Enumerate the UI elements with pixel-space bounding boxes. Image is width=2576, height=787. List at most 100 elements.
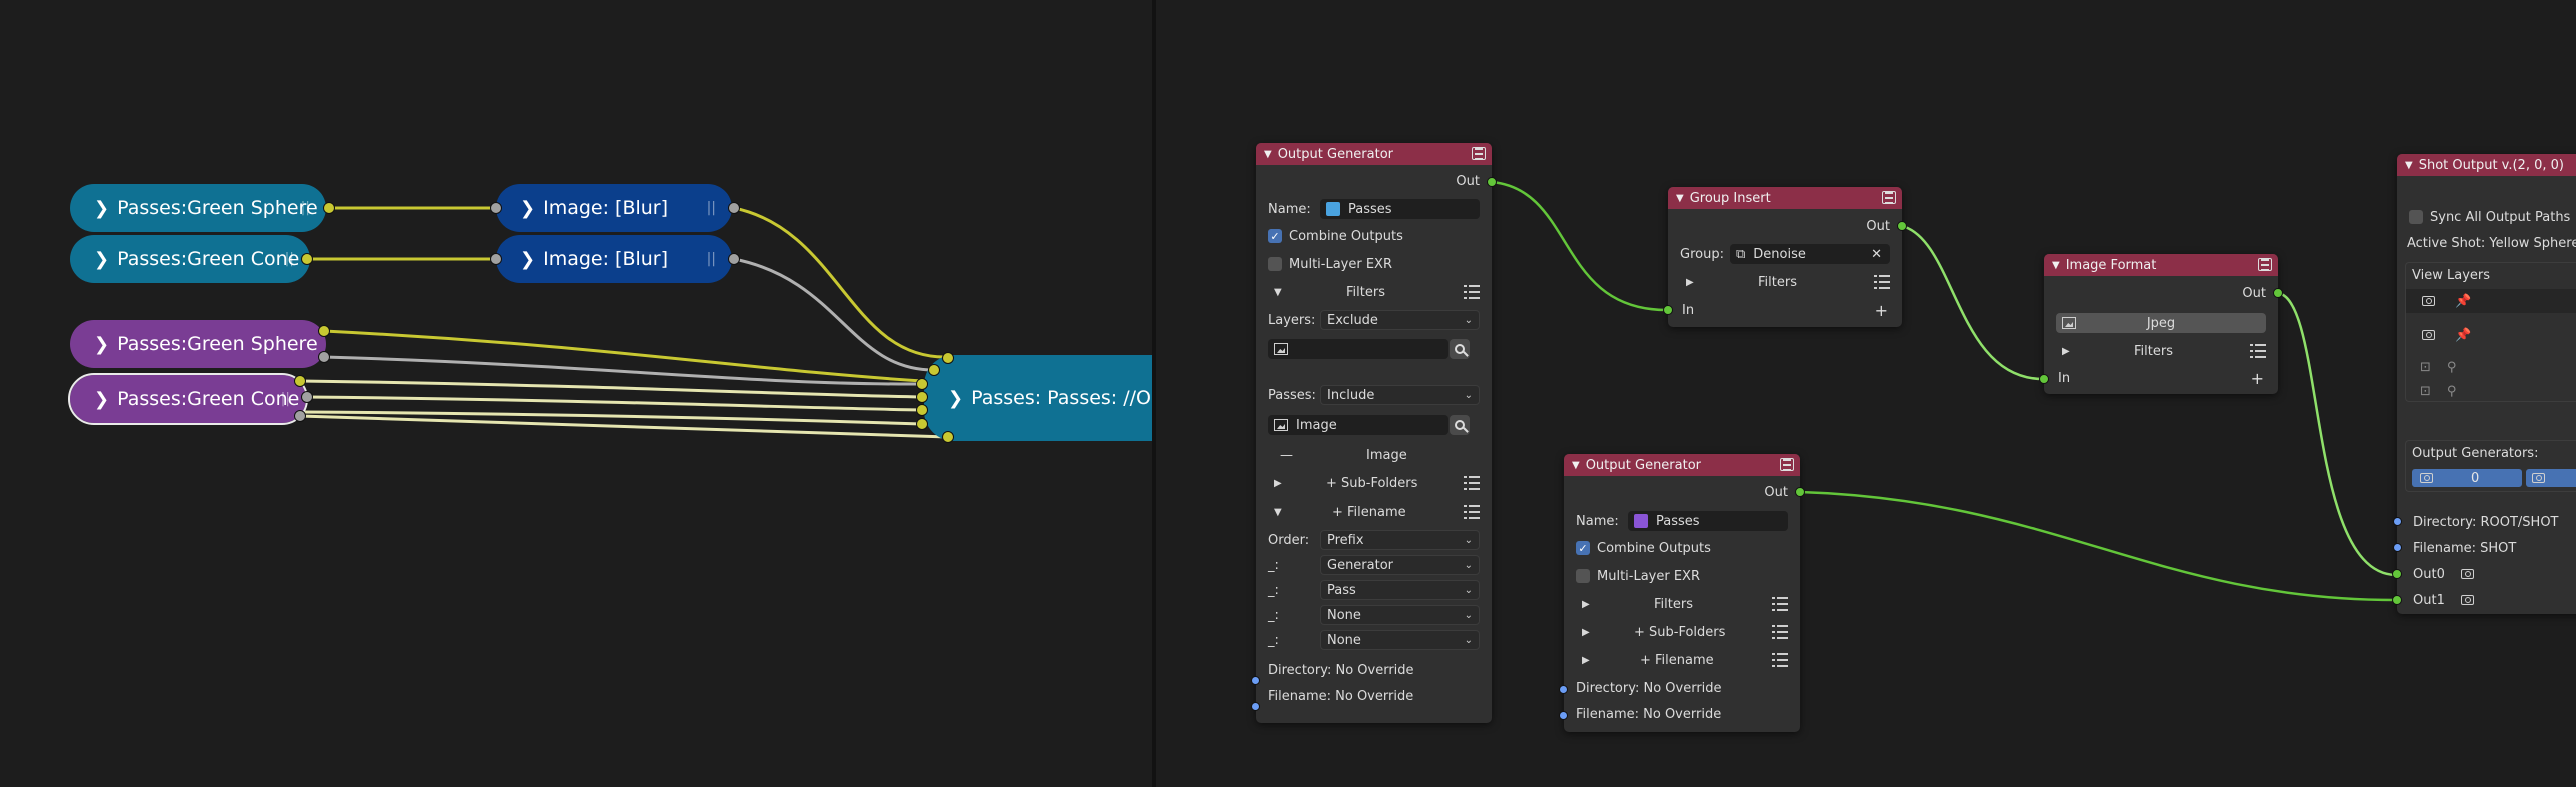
shot-output-node[interactable]: ▼ Shot Output v.(2, 0, 0) Sync All Outpu… [2397,154,2576,614]
pill-node-image-blur-1[interactable]: ❯ Image: [Blur] || [496,184,732,232]
pin-icon[interactable]: 📌 [2455,328,2471,343]
socket[interactable] [301,391,313,403]
node-menu-icon[interactable] [1780,458,1794,471]
camera-icon[interactable] [2460,569,2474,579]
socket-filename[interactable] [1251,702,1260,711]
plus-icon[interactable]: + [2251,369,2264,388]
remove-icon[interactable]: — [1280,448,1293,463]
chevron-down-icon[interactable]: ▼ [2052,260,2060,271]
order-item-dropdown[interactable]: None ⌄ [1320,605,1480,625]
filename-row[interactable]: ▶ + Filename [1564,648,1800,672]
list-icon[interactable] [1464,476,1480,490]
triangle-right-icon[interactable]: ▶ [2062,346,2070,357]
pin-outline-icon[interactable]: ⚲ [2447,384,2457,399]
checkbox-unchecked[interactable] [1576,569,1590,583]
layers-dropdown[interactable]: Exclude ⌄ [1320,310,1480,330]
order-dropdown[interactable]: Prefix ⌄ [1320,530,1480,550]
socket-out[interactable] [1795,487,1805,497]
combine-outputs-row[interactable]: ✓ Combine Outputs [1564,536,1800,560]
close-icon[interactable]: ✕ [1871,247,1882,262]
socket-out0[interactable] [2392,569,2402,579]
socket[interactable] [294,375,306,387]
order-item-dropdown[interactable]: Pass ⌄ [1320,580,1480,600]
pin-icon[interactable]: 📌 [2455,294,2471,309]
triangle-right-icon[interactable]: ▶ [1686,277,1694,288]
subfolders-row[interactable]: ▶ + Sub-Folders [1256,471,1492,495]
order-item-dropdown[interactable]: None ⌄ [1320,630,1480,650]
socket-out[interactable] [1487,177,1497,187]
triangle-right-icon[interactable]: ▶ [1582,627,1590,638]
format-button[interactable]: Jpeg [2056,313,2266,333]
view-layer-row[interactable]: 📌 Gr [2406,289,2576,313]
node-header[interactable]: ▼ Output Generator [1564,454,1800,476]
filters-row[interactable]: ▼ Filters [1256,280,1492,304]
name-field[interactable]: Passes [1320,199,1480,219]
triangle-down-icon[interactable]: ▼ [1274,507,1282,518]
view-layer-row[interactable]: 📌 [2406,323,2576,347]
search-icon[interactable] [1450,415,1470,435]
camera-disabled-icon[interactable]: ⊡ [2420,360,2431,375]
socket-out1[interactable] [2392,595,2402,605]
subfolders-row[interactable]: ▶ + Sub-Folders [1564,620,1800,644]
view-layer-row[interactable]: ⊡ ⚲ [2406,379,2576,403]
output-generator-node-2[interactable]: ▼ Output Generator Out Name: Passes ✓ Co… [1564,454,1800,732]
socket[interactable] [916,378,928,390]
socket[interactable] [942,352,954,364]
generator-slot[interactable]: 0 [2412,469,2522,487]
socket[interactable] [301,253,313,265]
view-layer-row[interactable]: ⊡ ⚲ [2406,355,2576,379]
pill-node-green-sphere-1[interactable]: ❯ Passes:Green Sphere || [70,184,326,232]
node-header[interactable]: ▼ Output Generator [1256,143,1492,165]
socket-filename[interactable] [1559,711,1568,720]
group-insert-node[interactable]: ▼ Group Insert Out Group: ⧉ Denoise ✕ ▶ … [1668,187,1902,327]
layer-search-field[interactable] [1268,339,1448,359]
filters-row[interactable]: ▶ Filters [2044,339,2278,363]
multilayer-row[interactable]: Multi-Layer EXR [1564,564,1800,588]
order-item-dropdown[interactable]: Generator ⌄ [1320,555,1480,575]
triangle-right-icon[interactable]: ▶ [1582,655,1590,666]
node-menu-icon[interactable] [1882,191,1896,204]
socket[interactable] [928,364,940,376]
checkbox-unchecked[interactable] [1268,257,1282,271]
checkbox-checked[interactable]: ✓ [1268,229,1282,243]
image-pass-row[interactable]: — Image [1256,443,1492,467]
list-icon[interactable] [1772,653,1788,667]
pill-node-green-cone-1[interactable]: ❯ Passes:Green Cone || [70,235,310,283]
socket-filename[interactable] [2393,543,2402,552]
pill-node-green-cone-2[interactable]: ❯ Passes:Green Cone || [68,373,308,425]
combine-outputs-row[interactable]: ✓ Combine Outputs [1256,224,1492,248]
socket[interactable] [490,202,502,214]
socket-in[interactable] [2039,374,2049,384]
socket[interactable] [318,325,330,337]
socket[interactable] [323,202,335,214]
node-menu-icon[interactable] [1472,147,1486,160]
socket[interactable] [294,410,306,422]
socket[interactable] [916,418,928,430]
socket[interactable] [916,404,928,416]
list-icon[interactable] [1772,625,1788,639]
camera-icon[interactable] [2460,595,2474,605]
sync-row[interactable]: Sync All Output Paths [2397,205,2576,229]
camera-icon[interactable] [2422,296,2435,306]
socket[interactable] [490,253,502,265]
socket-directory[interactable] [1251,676,1260,685]
chevron-down-icon[interactable]: ▼ [1676,193,1684,204]
triangle-down-icon[interactable]: ▼ [1274,287,1282,298]
list-icon[interactable] [1464,285,1480,299]
list-icon[interactable] [1874,275,1890,289]
socket-out[interactable] [1897,221,1907,231]
checkbox-checked[interactable]: ✓ [1576,541,1590,555]
left-node-editor[interactable]: ❯ Passes:Green Sphere || ❯ Passes:Green … [0,0,1152,787]
pin-outline-icon[interactable]: ⚲ [2447,360,2457,375]
socket[interactable] [942,431,954,443]
color-swatch[interactable] [1634,514,1648,528]
list-icon[interactable] [2250,344,2266,358]
list-icon[interactable] [1772,597,1788,611]
list-icon[interactable] [1464,505,1480,519]
node-header[interactable]: ▼ Image Format [2044,254,2278,276]
chevron-down-icon[interactable]: ▼ [1572,460,1580,471]
triangle-right-icon[interactable]: ▶ [1582,599,1590,610]
pill-node-green-sphere-2[interactable]: ❯ Passes:Green Sphere [70,320,326,368]
socket-directory[interactable] [1559,685,1568,694]
name-field[interactable]: Passes [1628,511,1788,531]
